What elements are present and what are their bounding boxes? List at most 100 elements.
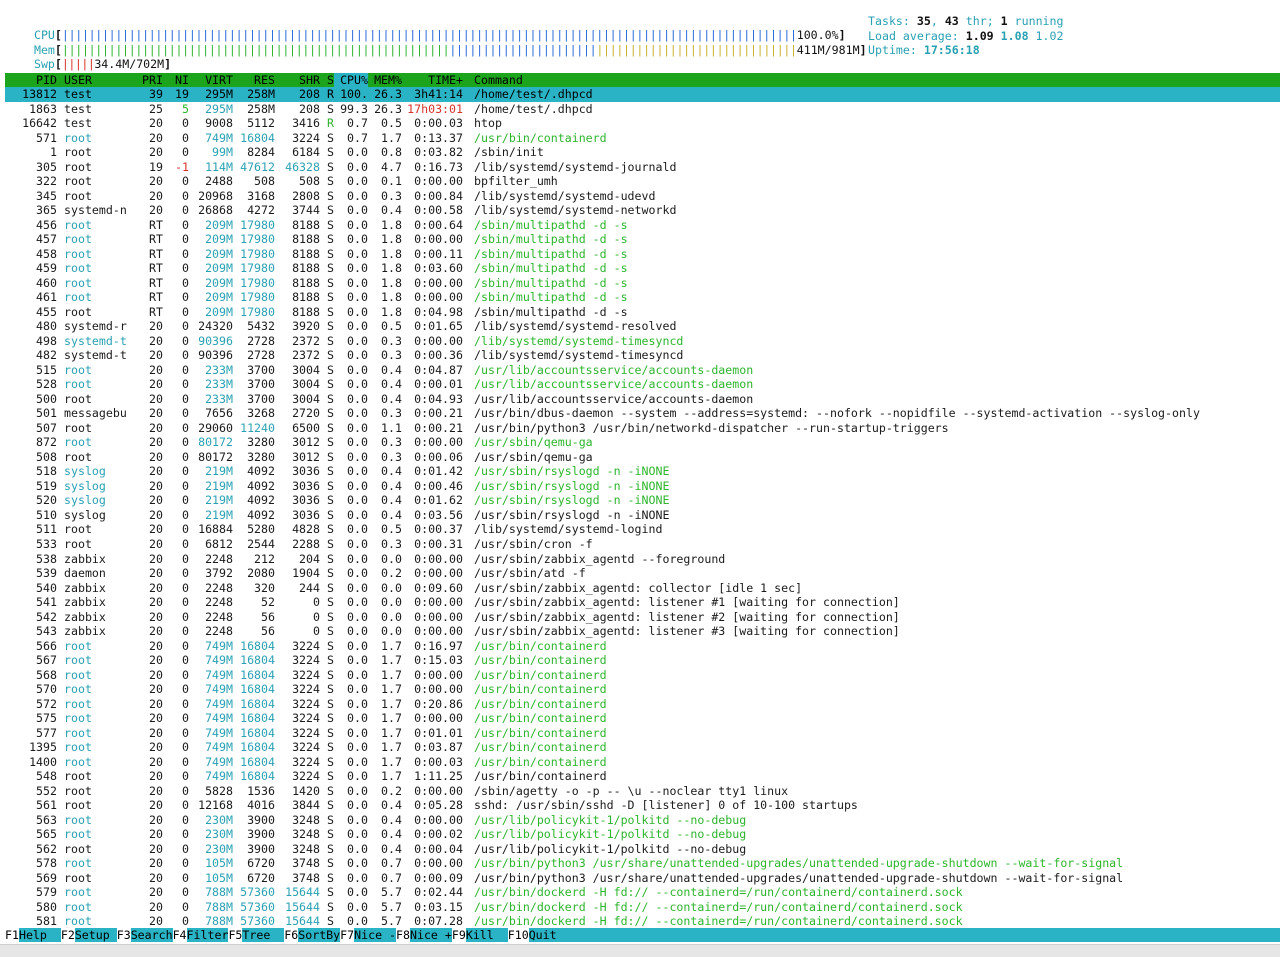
- col-virt[interactable]: VIRT: [189, 73, 233, 87]
- table-row[interactable]: 500 root 20 0 233M 3700 3004 S 0.0 0.4 0:04.93/usr…: [5, 392, 1280, 407]
- table-row[interactable]: 570 root 20 0 749M 16804 3224 S 0.0 1.7 0:00.00/us…: [5, 682, 1280, 697]
- table-row[interactable]: 572 root 20 0 749M 16804 3224 S 0.0 1.7 0:20.86/us…: [5, 697, 1280, 712]
- fkey-f10[interactable]: F10Quit: [507, 928, 557, 942]
- fkey-f6[interactable]: F6SortBy: [284, 928, 340, 942]
- table-row[interactable]: 578 root 20 0 105M 6720 3748 S 0.0 0.7 0:00.00/usr…: [5, 856, 1280, 871]
- table-row[interactable]: 577 root 20 0 749M 16804 3224 S 0.0 1.7 0:01.01/us…: [5, 726, 1280, 741]
- table-row[interactable]: 579 root 20 0 788M 57360 15644 S 0.0 5.7 0:02.44/u…: [5, 885, 1280, 900]
- table-row[interactable]: 548 root 20 0 749M 16804 3224 S 0.0 1.7 1:11.25/us…: [5, 769, 1280, 784]
- cell-time: 0:00.37: [414, 522, 463, 537]
- fkey-f3[interactable]: F3Search: [116, 928, 173, 942]
- fkey-f2[interactable]: F2Setup: [60, 928, 117, 942]
- table-row[interactable]: 533 root 20 0 6812 2544 2288 S 0.0 0.3 0:00.31/usr…: [5, 537, 1280, 552]
- cell-cmd: /usr/bin/containerd: [474, 711, 607, 726]
- col-mem[interactable]: MEM%: [368, 73, 402, 87]
- table-row[interactable]: 542 zabbix 20 0 2248 56 0 S 0.0 0.0 0:00.00/usr/sb…: [5, 610, 1280, 625]
- table-row[interactable]: 580 root 20 0 788M 57360 15644 S 0.0 5.7 0:03.15/u…: [5, 900, 1280, 915]
- fkey-f1[interactable]: F1Help: [5, 928, 61, 942]
- table-row[interactable]: 569 root 20 0 105M 6720 3748 S 0.0 0.7 0:00.09/usr…: [5, 871, 1280, 886]
- table-row[interactable]: 456 root RT 0 209M 17980 8188 S 0.0 1.8 0:00.64/sb…: [5, 218, 1280, 233]
- table-row[interactable]: 540 zabbix 20 0 2248 320 244 S 0.0 0.0 0:09.60/usr…: [5, 581, 1280, 596]
- fkey-code: F5: [228, 928, 243, 942]
- fkey-f4[interactable]: F4Filter: [172, 928, 228, 942]
- table-row[interactable]: 305 root 19 -1 114M 47612 46328 S 0.0 4.7 0:16.73 /…: [5, 160, 1280, 175]
- table-row[interactable]: 519 syslog 20 0 219M 4092 3036 S 0.0 0.4 0:00.46/u…: [5, 479, 1280, 494]
- fkey-f5[interactable]: F5Tree: [228, 928, 284, 942]
- fkey-label: Tree: [242, 928, 285, 942]
- cell-virt: 209M: [205, 246, 233, 261]
- table-row[interactable]: 1863 test 25 5 295M 258M 208 S 99.3 26.3 17h03:01 /…: [5, 102, 1280, 117]
- col-time[interactable]: TIME+: [402, 73, 463, 87]
- table-row[interactable]: 561 root 20 0 12168 4016 3844 S 0.0 0.4 0:05.28 ssh…: [5, 798, 1280, 813]
- table-row[interactable]: 508 root 20 0 80172 3280 3012 S 0.0 0.3 0:00.06/us…: [5, 450, 1280, 465]
- table-row[interactable]: 1400 root 20 0 749M 16804 3224 S 0.0 1.7 0:00.03/u…: [5, 755, 1280, 770]
- cell-cpu: 0.0: [347, 232, 368, 247]
- table-row[interactable]: 581 root 20 0 788M 57360 15644 S 0.0 5.7 0:07.28/u…: [5, 914, 1280, 929]
- table-row[interactable]: 571 root 20 0 749M 16804 3224 S 0.7 1.7 0:13.37/us…: [5, 131, 1280, 146]
- table-row[interactable]: 552 root 20 0 5828 1536 1420 S 0.0 0.2 0:00.00/sbi…: [5, 784, 1280, 799]
- col-ni[interactable]: NI: [163, 73, 189, 87]
- table-row[interactable]: 563 root 20 0 230M 3900 3248 S 0.0 0.4 0:00.00/usr…: [5, 813, 1280, 828]
- col-cpu[interactable]: CPU%: [334, 73, 368, 87]
- table-row[interactable]: 461 root RT 0 209M 17980 8188 S 0.0 1.8 0:00.00/sb…: [5, 290, 1280, 305]
- table-row[interactable]: 520 syslog 20 0 219M 4092 3036 S 0.0 0.4 0:01.62/u…: [5, 493, 1280, 508]
- table-row[interactable]: 365 systemd-n 20 0 26868 4272 3744 S 0.0 0.4 0:00.…: [5, 203, 1280, 218]
- cell-pri: 20: [149, 783, 163, 798]
- fkey-f7[interactable]: F7Nice -: [340, 928, 396, 942]
- table-row[interactable]: 567 root 20 0 749M 16804 3224 S 0.0 1.7 0:15.03/us…: [5, 653, 1280, 668]
- cell-virt: 230M: [205, 812, 233, 827]
- cell-pri: 20: [149, 609, 163, 624]
- table-row[interactable]: 566 root 20 0 749M 16804 3224 S 0.0 1.7 0:16.97/us…: [5, 639, 1280, 654]
- table-row[interactable]: 539 daemon 20 0 3792 2080 1904 S 0.0 0.2 0:00.00/u…: [5, 566, 1280, 581]
- cell-s: S: [327, 899, 334, 914]
- cell-s: S: [327, 188, 334, 203]
- table-row[interactable]: 528 root 20 0 233M 3700 3004 S 0.0 0.4 0:00.01/usr…: [5, 377, 1280, 392]
- table-row[interactable]: 541 zabbix 20 0 2248 52 0 S 0.0 0.0 0:00.00/usr/sb…: [5, 595, 1280, 610]
- table-row[interactable]: 13812 test 39 19 295M 258M 208 R 100. 26.3 3h41:14…: [5, 87, 1280, 102]
- table-row[interactable]: 1 root 20 0 99M 8284 6184 S 0.0 0.8 0:03.82/sbin/i…: [5, 145, 1280, 160]
- table-row[interactable]: 507 root 20 0 29060 11240 6500 S 0.0 1.1 0:00.21/u…: [5, 421, 1280, 436]
- table-row[interactable]: 872 root 20 0 80172 3280 3012 S 0.0 0.3 0:00.00/us…: [5, 435, 1280, 450]
- cell-cmd: /usr/sbin/atd -f: [474, 566, 586, 581]
- cell-virt: 230M: [205, 841, 233, 856]
- col-pri[interactable]: PRI: [131, 73, 163, 87]
- cell-cmd: /lib/systemd/systemd-timesyncd: [474, 333, 684, 348]
- table-row[interactable]: 543 zabbix 20 0 2248 56 0 S 0.0 0.0 0:00.00/usr/sb…: [5, 624, 1280, 639]
- table-row[interactable]: 562 root 20 0 230M 3900 3248 S 0.0 0.4 0:00.04/usr…: [5, 842, 1280, 857]
- table-row[interactable]: 480 systemd-r 20 0 24320 5432 3920 S 0.0 0.5 0:01.…: [5, 319, 1280, 334]
- table-row[interactable]: 458 root RT 0 209M 17980 8188 S 0.0 1.8 0:00.11/sb…: [5, 247, 1280, 262]
- table-row[interactable]: 538 zabbix 20 0 2248 212 204 S 0.0 0.0 0:00.00/usr…: [5, 552, 1280, 567]
- col-command[interactable]: Command: [463, 73, 523, 87]
- col-state[interactable]: S: [320, 73, 334, 87]
- table-row[interactable]: 518 syslog 20 0 219M 4092 3036 S 0.0 0.4 0:01.42/u…: [5, 464, 1280, 479]
- col-shr[interactable]: SHR: [275, 73, 320, 87]
- cell-shr: 3224: [292, 754, 320, 769]
- cell-ni: 0: [182, 566, 189, 581]
- col-user[interactable]: USER: [57, 73, 131, 87]
- table-row[interactable]: 568 root 20 0 749M 16804 3224 S 0.0 1.7 0:00.00/us…: [5, 668, 1280, 683]
- table-row[interactable]: 457 root RT 0 209M 17980 8188 S 0.0 1.8 0:00.00/sb…: [5, 232, 1280, 247]
- table-row[interactable]: 455 root RT 0 209M 17980 8188 S 0.0 1.8 0:04.98/sb…: [5, 305, 1280, 320]
- table-row[interactable]: 510 syslog 20 0 219M 4092 3036 S 0.0 0.4 0:03.56/u…: [5, 508, 1280, 523]
- table-row[interactable]: 498 systemd-t 20 0 90396 2728 2372 S 0.0 0.3 0:00.…: [5, 334, 1280, 349]
- table-row[interactable]: 16642 test 20 0 9008 5112 3416 R 0.7 0.5 0:00.03 ht…: [5, 116, 1280, 131]
- col-res[interactable]: RES: [233, 73, 275, 87]
- table-row[interactable]: 575 root 20 0 749M 16804 3224 S 0.0 1.7 0:00.00/us…: [5, 711, 1280, 726]
- table-row[interactable]: 345 root 20 0 20968 3168 2808 S 0.0 0.3 0:00.84/li…: [5, 189, 1280, 204]
- cell-virt: 749M: [205, 754, 233, 769]
- table-row[interactable]: 1395 root 20 0 749M 16804 3224 S 0.0 1.7 0:03.87/u…: [5, 740, 1280, 755]
- table-row[interactable]: 482 systemd-t 20 0 90396 2728 2372 S 0.0 0.3 0:00.…: [5, 348, 1280, 363]
- cell-user: root: [64, 798, 92, 813]
- fkey-f8[interactable]: F8Nice +: [396, 928, 452, 942]
- col-pid[interactable]: PID: [5, 73, 57, 87]
- cell-pri: 20: [149, 595, 163, 610]
- fkey-f9[interactable]: F9Kill: [451, 928, 508, 942]
- table-row[interactable]: 322 root 20 0 2488 508 508 S 0.0 0.1 0:00.00 bpfilt…: [5, 174, 1280, 189]
- table-row[interactable]: 459 root RT 0 209M 17980 8188 S 0.0 1.8 0:03.60/sb…: [5, 261, 1280, 276]
- table-row[interactable]: 565 root 20 0 230M 3900 3248 S 0.0 0.4 0:00.02/usr…: [5, 827, 1280, 842]
- table-row[interactable]: 511 root 20 0 16884 5280 4828 S 0.0 0.5 0:00.37/li…: [5, 522, 1280, 537]
- cell-user: root: [64, 740, 92, 755]
- table-row[interactable]: 460 root RT 0 209M 17980 8188 S 0.0 1.8 0:00.00/sb…: [5, 276, 1280, 291]
- table-row[interactable]: 501 messagebu 20 0 7656 3268 2720 S 0.0 0.3 0:00.2…: [5, 406, 1280, 421]
- table-row[interactable]: 515 root 20 0 233M 3700 3004 S 0.0 0.4 0:04.87/usr…: [5, 363, 1280, 378]
